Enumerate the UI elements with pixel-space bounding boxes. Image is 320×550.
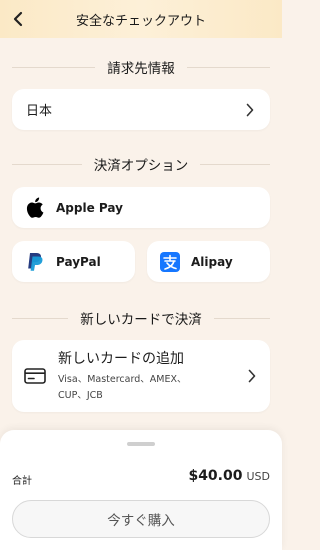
chevron-left-icon (13, 11, 23, 27)
add-card-title: 新しいカードの追加 (58, 351, 184, 367)
payment-options-section-title: 決済オプション (93, 158, 189, 174)
buy-now-button[interactable]: 今すぐ購入 (12, 500, 270, 538)
apple-logo-icon (24, 197, 46, 218)
divider (12, 163, 82, 165)
divider (12, 66, 96, 68)
paypal-logo-icon (24, 252, 46, 272)
header-bar: 安全なチェックアウト (0, 0, 282, 38)
add-card-text: 新しいカードの追加 Visa、Mastercard、AMEX、CUP、JCB (58, 348, 246, 404)
add-card-button[interactable]: 新しいカードの追加 Visa、Mastercard、AMEX、CUP、JCB (12, 340, 270, 412)
divider (12, 317, 69, 319)
back-button[interactable] (6, 7, 30, 31)
chevron-right-icon (244, 103, 256, 117)
checkout-summary-sheet: 合計 $40.00 USD 今すぐ購入 (0, 430, 282, 550)
credit-card-icon (24, 368, 46, 384)
divider (200, 163, 270, 165)
payment-options-section-header: 決済オプション (12, 154, 270, 174)
apple-pay-label: Apple Pay (56, 200, 123, 215)
total-label: 合計 (12, 476, 32, 487)
page-title: 安全なチェックアウト (75, 13, 206, 29)
alipay-label: Alipay (191, 254, 233, 269)
billing-section-header: 請求先情報 (12, 57, 270, 77)
sheet-drag-handle[interactable] (127, 442, 155, 446)
paypal-label: PayPal (56, 254, 101, 269)
country-selector[interactable]: 日本 (12, 89, 270, 130)
total-price: $40.00 USD (188, 468, 270, 484)
country-value: 日本 (26, 104, 53, 119)
alipay-logo-icon (159, 251, 181, 272)
billing-section-title: 請求先情報 (107, 61, 175, 77)
alipay-button[interactable]: Alipay (147, 241, 270, 282)
new-card-section-header: 新しいカードで決済 (12, 308, 270, 328)
divider (186, 66, 270, 68)
card-brands-text: Visa、Mastercard、AMEX、CUP、JCB (58, 374, 187, 401)
paypal-button[interactable]: PayPal (12, 241, 135, 282)
new-card-section-title: 新しいカードで決済 (80, 312, 202, 328)
divider (213, 317, 270, 319)
chevron-right-icon (246, 369, 258, 383)
currency-code: USD (246, 470, 270, 483)
apple-pay-button[interactable]: Apple Pay (12, 187, 270, 228)
total-amount: $40.00 (188, 468, 243, 484)
